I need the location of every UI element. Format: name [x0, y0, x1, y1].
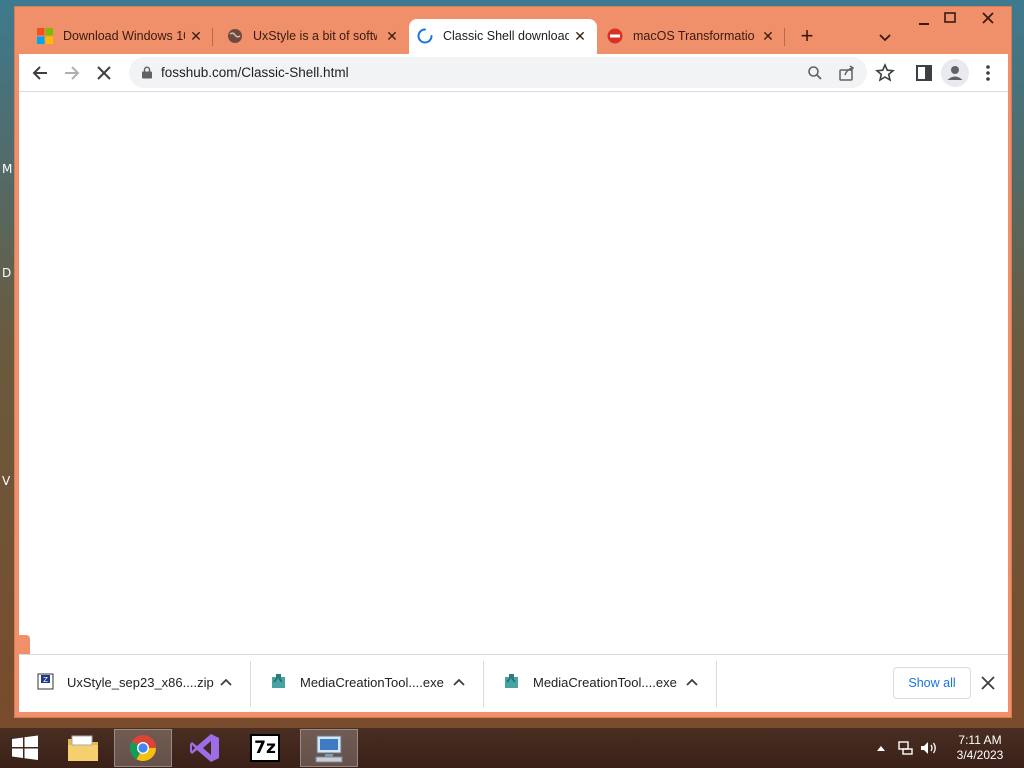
taskbar-file-explorer[interactable] — [54, 729, 112, 767]
tab-separator — [212, 28, 213, 46]
share-icon[interactable] — [837, 63, 857, 83]
avatar-icon — [947, 66, 963, 80]
tab-separator — [784, 28, 785, 46]
tab-classic-shell[interactable]: Classic Shell download ✕ — [409, 19, 597, 54]
download-shelf: Z UxStyle_sep23_x86....zip MediaCreation… — [19, 654, 1008, 712]
more-menu-icon[interactable] — [977, 62, 999, 84]
windows-start-icon — [12, 735, 38, 760]
download-filename: MediaCreationTool....exe — [300, 675, 444, 690]
download-item[interactable]: MediaCreationTool....exe — [485, 661, 717, 707]
close-window-button[interactable] — [973, 11, 1003, 31]
tab-title: macOS Transformation — [633, 29, 755, 43]
close-icon[interactable] — [979, 674, 997, 692]
zip-file-icon: Z — [37, 673, 54, 690]
download-item[interactable]: Z UxStyle_sep23_x86....zip — [19, 661, 251, 707]
red-badge-icon — [607, 28, 623, 44]
7zip-icon: 7z — [250, 734, 280, 762]
browser-toolbar: fosshub.com/Classic-Shell.html — [19, 54, 1008, 91]
side-panel-icon[interactable] — [913, 62, 935, 84]
new-tab-button[interactable]: + — [795, 25, 819, 49]
tab-title: Download Windows 10 — [63, 29, 185, 43]
visual-studio-icon — [190, 734, 219, 762]
network-icon[interactable] — [898, 740, 914, 756]
loading-spinner-icon — [417, 28, 433, 44]
close-icon — [982, 12, 994, 24]
address-bar[interactable]: fosshub.com/Classic-Shell.html — [129, 57, 867, 88]
maximize-button[interactable] — [937, 11, 963, 31]
download-filename: UxStyle_sep23_x86....zip — [67, 675, 214, 690]
chrome-window: Download Windows 10 ✕ UxStyle is a bit o… — [14, 6, 1012, 718]
taskbar: 7z 7:11 AM 3/4/2023 — [0, 728, 1024, 768]
minimize-icon — [919, 23, 929, 25]
page-content[interactable] — [19, 92, 1008, 654]
tab-uxstyle[interactable]: UxStyle is a bit of softw ✕ — [219, 19, 409, 54]
chevron-up-icon[interactable] — [218, 675, 234, 691]
svg-text:Z: Z — [43, 676, 48, 684]
url-text: fosshub.com/Classic-Shell.html — [161, 65, 349, 80]
tab-strip: Download Windows 10 ✕ UxStyle is a bit o… — [15, 7, 1011, 54]
taskbar-visual-studio[interactable] — [176, 729, 234, 767]
tab-macos-transformation[interactable]: macOS Transformation ✕ — [599, 19, 785, 54]
profile-button[interactable] — [941, 59, 969, 87]
zoom-search-icon[interactable] — [805, 63, 825, 83]
chrome-icon — [129, 735, 157, 762]
forward-arrow-icon[interactable] — [61, 62, 83, 84]
globe-icon — [228, 29, 242, 43]
tab-close-icon[interactable]: ✕ — [571, 27, 589, 45]
stop-loading-icon[interactable] — [93, 62, 115, 84]
file-explorer-icon — [68, 735, 98, 761]
loading-indicator — [19, 635, 30, 654]
desktop-label-m: M — [2, 162, 13, 176]
start-button[interactable] — [0, 729, 50, 767]
minimize-button[interactable] — [911, 11, 937, 31]
maximize-icon — [944, 12, 956, 23]
tab-close-icon[interactable]: ✕ — [759, 27, 777, 45]
lock-icon[interactable] — [141, 66, 153, 79]
tab-search-chevron-icon[interactable] — [875, 27, 895, 47]
show-all-button[interactable]: Show all — [893, 667, 971, 699]
desktop-label-v: V — [2, 474, 11, 488]
tab-title: UxStyle is a bit of softw — [253, 29, 377, 43]
download-item[interactable]: MediaCreationTool....exe — [252, 661, 484, 707]
back-arrow-icon[interactable] — [29, 62, 51, 84]
chevron-up-icon[interactable] — [451, 675, 467, 691]
tab-title: Classic Shell download — [443, 29, 569, 43]
volume-icon[interactable] — [920, 740, 938, 756]
system-clock[interactable]: 7:11 AM 3/4/2023 — [952, 733, 1008, 763]
tab-download-windows-10[interactable]: Download Windows 10 ✕ — [29, 19, 213, 54]
chevron-up-icon[interactable] — [684, 675, 700, 691]
taskbar-remote-desktop[interactable] — [300, 729, 358, 767]
tab-close-icon[interactable]: ✕ — [187, 27, 205, 45]
desktop-label-d: D — [2, 266, 12, 280]
tray-overflow-icon[interactable] — [876, 744, 886, 752]
exe-file-icon — [272, 674, 285, 688]
tab-close-icon[interactable]: ✕ — [383, 27, 401, 45]
bookmark-star-icon[interactable] — [874, 62, 896, 84]
download-filename: MediaCreationTool....exe — [533, 675, 677, 690]
remote-desktop-icon — [315, 735, 343, 763]
taskbar-chrome[interactable] — [114, 729, 172, 767]
windows-logo-icon — [37, 28, 53, 44]
exe-file-icon — [505, 674, 518, 688]
taskbar-7zip[interactable]: 7z — [236, 729, 294, 767]
clock-date: 3/4/2023 — [956, 748, 1004, 762]
clock-time: 7:11 AM — [958, 733, 1002, 747]
